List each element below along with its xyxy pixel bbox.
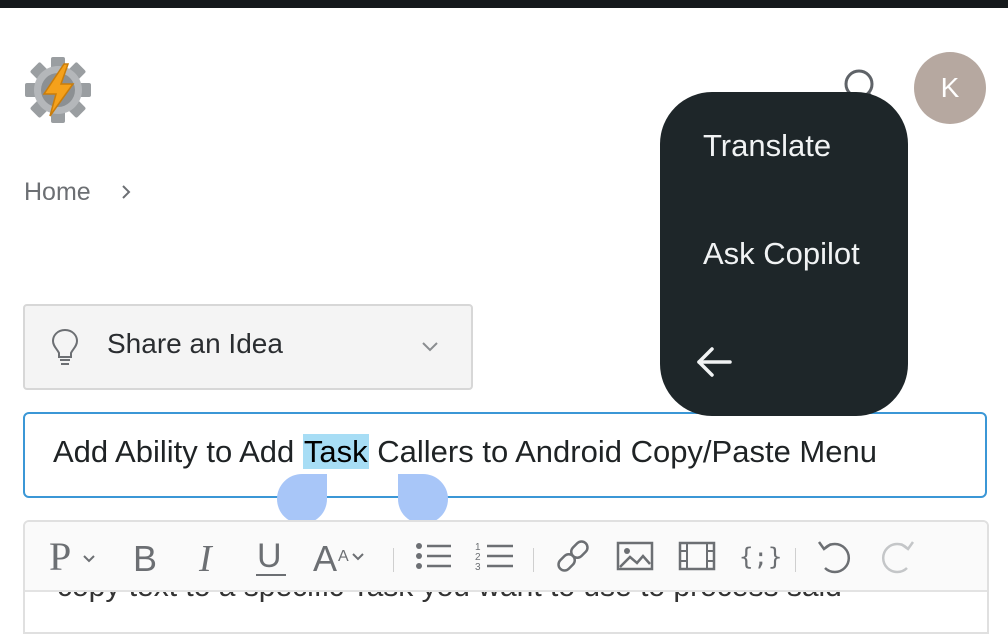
editor-toolbar: P B I U A A 1 2 3 {;}	[25, 522, 987, 592]
status-bar-strip	[0, 0, 1008, 8]
lightbulb-icon	[51, 328, 79, 365]
chevron-right-icon	[121, 185, 131, 199]
text-selection-menu: Translate Ask Copilot	[660, 92, 908, 416]
arrow-left-icon[interactable]	[694, 342, 734, 382]
selection-handle-end[interactable]	[398, 474, 448, 524]
numbered-list-icon[interactable]: 1 2 3	[473, 534, 517, 578]
tasker-gear-bolt-icon[interactable]	[24, 56, 92, 124]
menu-item-ask-copilot[interactable]: Ask Copilot	[703, 236, 860, 272]
svg-text:U: U	[257, 537, 282, 575]
undo-icon[interactable]	[813, 534, 857, 578]
toolbar-divider	[795, 548, 796, 572]
svg-text:A: A	[338, 548, 349, 565]
title-input[interactable]: Add Ability to Add Task Callers to Andro…	[23, 412, 987, 498]
post-type-select[interactable]: Share an Idea	[23, 304, 473, 390]
toolbar-divider	[533, 548, 534, 572]
selected-text[interactable]: Task	[302, 434, 369, 469]
rich-text-editor[interactable]: copy text to a specific Task you want to…	[23, 520, 989, 634]
video-icon[interactable]	[675, 534, 719, 578]
svg-text:{;}: {;}	[739, 543, 781, 571]
image-icon[interactable]	[613, 534, 657, 578]
underline-icon[interactable]: U	[249, 534, 293, 578]
svg-text:I: I	[198, 538, 214, 578]
svg-text:A: A	[313, 538, 337, 578]
svg-text:B: B	[133, 538, 157, 578]
link-icon[interactable]	[551, 534, 595, 578]
selection-handle-start[interactable]	[277, 474, 327, 524]
italic-icon[interactable]: I	[187, 534, 231, 578]
chevron-down-icon	[422, 342, 438, 352]
menu-item-translate[interactable]: Translate	[703, 128, 831, 164]
bold-icon[interactable]: B	[125, 534, 169, 578]
font-size-icon[interactable]: A A	[311, 534, 375, 578]
toolbar-divider	[393, 548, 394, 572]
title-input-value: Add Ability to Add Task Callers to Andro…	[53, 434, 877, 469]
avatar[interactable]: K	[914, 52, 986, 124]
paragraph-format-icon[interactable]: P	[47, 534, 101, 578]
bullet-list-icon[interactable]	[411, 534, 455, 578]
code-icon[interactable]: {;}	[737, 534, 781, 578]
redo-icon[interactable]	[875, 534, 919, 578]
breadcrumb-home-link[interactable]: Home	[24, 178, 91, 207]
svg-text:3: 3	[475, 562, 481, 573]
breadcrumb: Home	[24, 172, 133, 212]
post-type-selected: Share an Idea	[107, 328, 283, 359]
svg-text:P: P	[49, 534, 71, 578]
